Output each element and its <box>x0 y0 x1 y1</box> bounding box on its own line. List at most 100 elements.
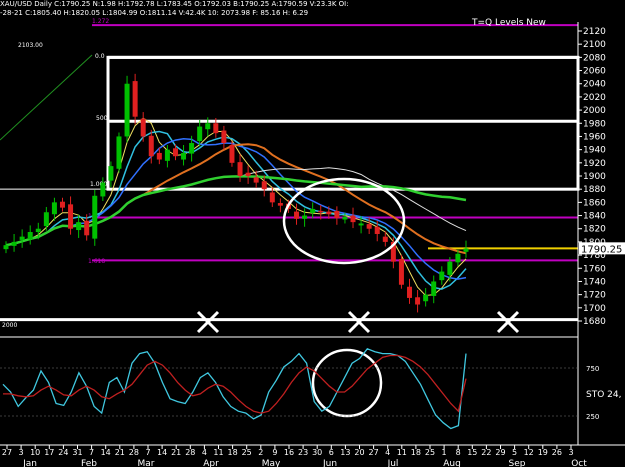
y-tick-label: 1720 <box>583 291 606 301</box>
sto-label: STO 24, <box>586 390 622 400</box>
y-tick-label: 1740 <box>583 277 606 287</box>
sto-slow-line <box>3 354 467 414</box>
x-tick-label: 11 <box>213 448 223 457</box>
x-tick-label: 22 <box>481 448 491 457</box>
x-tick-label: 29 <box>495 448 505 457</box>
sto-tick-label: 750 <box>586 365 599 373</box>
x-tick-label: 14 <box>157 448 167 457</box>
y-tick-label: 1760 <box>583 264 606 274</box>
level-label: 1.618 <box>88 258 105 265</box>
month-label: Apr <box>203 459 219 467</box>
highlight-circle <box>311 348 383 418</box>
candle-body <box>326 211 332 215</box>
candle-body <box>382 236 388 242</box>
candle-body <box>302 215 308 219</box>
y-tick-label: 1920 <box>583 159 606 169</box>
ma-cyan-line <box>5 130 467 290</box>
x-tick-label: 25 <box>425 448 435 457</box>
x-tick-label: 12 <box>524 448 534 457</box>
candle-body <box>84 220 90 236</box>
candle-body <box>148 135 154 157</box>
x-tick-label: 13 <box>340 448 350 457</box>
y-tick-label: 1880 <box>583 185 606 195</box>
y-tick-label: 2060 <box>583 67 606 77</box>
y-tick-label: 2120 <box>583 27 606 37</box>
sto-tick-label: 250 <box>586 413 599 421</box>
y-tick-label: 1900 <box>583 172 606 182</box>
header-line-2: -28-21 C:1805.40 H:1820.05 L:1804.99 O:1… <box>0 9 309 17</box>
ma-orange-line <box>5 143 467 255</box>
candle-body <box>447 261 453 275</box>
ma-green-line <box>5 175 467 247</box>
y-tick-label: 1820 <box>583 225 606 235</box>
y-tick-label: 1940 <box>583 146 606 156</box>
y-tick-label: 1960 <box>583 132 606 142</box>
x-tick-label: 4 <box>385 448 390 457</box>
x-tick-label: 21 <box>115 448 125 457</box>
candle-body <box>108 166 114 181</box>
level-label: 0.0 <box>95 53 105 60</box>
ma-blue-line <box>5 137 467 280</box>
candle-body <box>221 130 227 144</box>
sto-fast-line <box>2 348 467 430</box>
candle-body <box>59 201 65 208</box>
x-tick-label: 14 <box>101 448 111 457</box>
x-tick-label: 8 <box>456 448 461 457</box>
candle-body <box>51 202 57 215</box>
x-tick-label: 3 <box>568 448 573 457</box>
candle-body <box>43 212 49 227</box>
month-label: Aug <box>443 459 461 467</box>
month-label: May <box>262 459 281 467</box>
candle-body <box>164 149 170 161</box>
level-label: 2000 <box>2 322 17 329</box>
x-tick-label: 20 <box>354 448 364 457</box>
x-tick-label: 25 <box>242 448 252 457</box>
candle-body <box>19 236 25 240</box>
candle-body <box>374 226 380 234</box>
level-label: 1.272 <box>92 18 109 25</box>
y-tick-label: 1840 <box>583 212 606 222</box>
x-tick-label: 27 <box>369 448 379 457</box>
x-tick-label: 4 <box>202 448 207 457</box>
candle-body <box>27 232 33 240</box>
candle-body <box>463 248 469 252</box>
y-tick-label: 2000 <box>583 106 606 116</box>
candle-body <box>140 118 146 137</box>
level-label: 2103.00 <box>18 42 43 49</box>
header-line-1: XAU/USD Daily C:1790.25 N:1.98 H:1792.78… <box>0 0 349 8</box>
candle-body <box>11 241 17 246</box>
candle-body <box>116 136 122 169</box>
candle-body <box>423 294 429 302</box>
candle-body <box>229 145 235 163</box>
month-label: Mar <box>138 459 155 467</box>
candle-body <box>181 152 187 160</box>
candle-body <box>398 259 404 285</box>
candle-body <box>310 208 316 213</box>
y-tick-label: 1700 <box>583 304 606 314</box>
y-tick-label: 1980 <box>583 119 606 129</box>
candle-body <box>237 162 243 176</box>
candle-body <box>253 177 259 183</box>
candle-body <box>205 123 211 130</box>
candle-body <box>342 216 348 220</box>
y-tick-label: 2080 <box>583 53 606 63</box>
x-tick-label: 7 <box>145 448 150 457</box>
candle-body <box>76 222 82 231</box>
candle-body <box>455 253 461 263</box>
x-tick-label: 9 <box>272 448 277 457</box>
x-tick-label: 3 <box>19 448 24 457</box>
x-tick-label: 28 <box>129 448 139 457</box>
x-tick-label: 1 <box>442 448 447 457</box>
candle-body <box>439 271 445 281</box>
x-tick-label: 7 <box>89 448 94 457</box>
x-tick-label: 31 <box>72 448 82 457</box>
candle-body <box>124 83 130 137</box>
x-tick-label: 24 <box>58 448 68 457</box>
x-axis: 27 3 10 17 24 31 7 14 21 28 7 14 21 28 4 11 18 25 2 9 16 23 30… <box>0 444 625 467</box>
candle-body <box>261 181 267 190</box>
month-label: Sep <box>509 459 526 467</box>
month-label: Jul <box>387 459 399 467</box>
y-tick-label: 2020 <box>583 93 606 103</box>
y-tick-label: 1680 <box>583 317 606 327</box>
candle-body <box>197 126 203 142</box>
